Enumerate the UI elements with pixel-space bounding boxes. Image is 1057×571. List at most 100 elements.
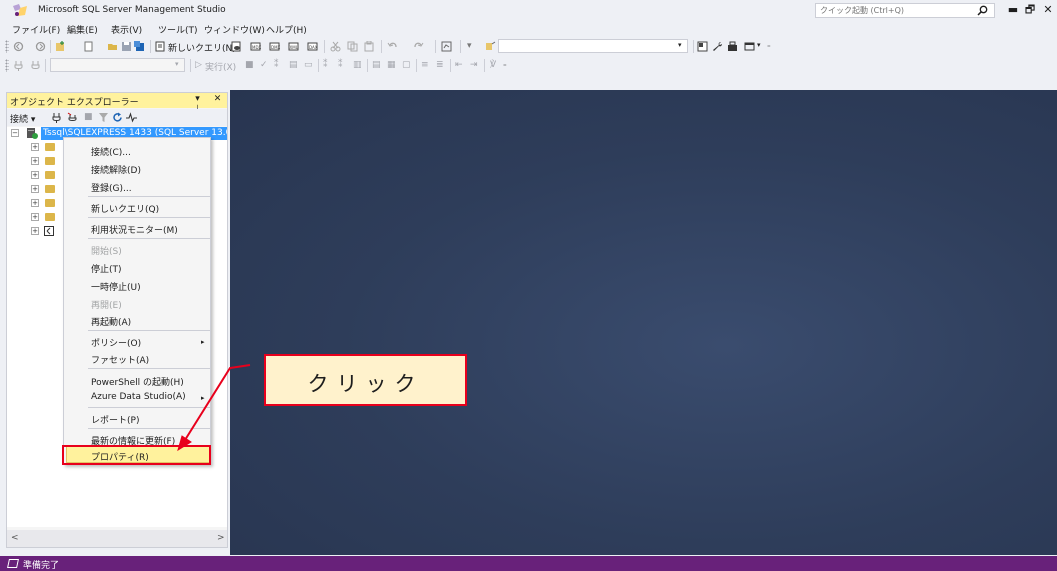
horizontal-scrollbar[interactable]: < > [7, 530, 227, 547]
forward-icon[interactable] [35, 41, 46, 52]
increase-indent-icon[interactable]: ⇥ [470, 60, 478, 70]
close-button[interactable]: ✕ [1040, 2, 1056, 18]
menu-tools[interactable]: ツール(T) [158, 23, 198, 36]
navigate-icon[interactable] [441, 41, 452, 52]
new-query-icon[interactable] [155, 41, 166, 52]
live-query-stats-icon[interactable]: ⁑ [338, 60, 343, 70]
expand-icon[interactable]: + [31, 157, 39, 165]
back-icon[interactable] [13, 41, 24, 52]
server-icon [27, 128, 38, 139]
expand-icon[interactable]: + [31, 227, 39, 235]
comment-out-icon[interactable]: ≡ [421, 60, 429, 70]
stop-icon[interactable]: ■ [84, 112, 93, 122]
menu-item-register[interactable]: 登録(G)... [91, 181, 132, 194]
scroll-right-arrow[interactable]: > [217, 533, 225, 543]
include-actual-plan-icon[interactable]: ⁑ [323, 60, 328, 70]
analysis-xmla-query-icon[interactable]: XML [288, 41, 299, 52]
menu-item-disconnect[interactable]: 接続解除(D) [91, 163, 141, 176]
execute-icon[interactable]: ▷ [195, 60, 202, 70]
results-to-file-icon[interactable]: ▢ [402, 60, 411, 70]
decrease-indent-icon[interactable]: ⇤ [455, 60, 463, 70]
menu-help[interactable]: ヘルプ(H) [266, 23, 307, 36]
registered-servers-icon[interactable] [697, 41, 708, 52]
intellisense-icon[interactable]: ▭ [304, 60, 313, 70]
menu-item-connect[interactable]: 接続(C)... [91, 145, 131, 158]
new-file-icon[interactable] [83, 41, 94, 52]
search-combo-dropdown-arrow[interactable]: ▾ [678, 41, 682, 49]
new-project-icon[interactable] [55, 41, 66, 52]
save-all-icon[interactable] [134, 41, 145, 52]
menu-item-start-powershell[interactable]: PowerShell の起動(H) [91, 375, 184, 388]
refresh-icon[interactable] [112, 112, 123, 123]
analysis-dax-query-icon[interactable]: DAX [307, 41, 318, 52]
window-layout-dropdown-arrow[interactable]: ▾ [757, 41, 761, 49]
specify-template-values-icon[interactable]: ℣ [490, 60, 496, 70]
collapse-icon[interactable]: − [11, 129, 19, 137]
save-icon[interactable] [121, 41, 132, 52]
connect-plug-icon[interactable] [51, 112, 62, 123]
expand-icon[interactable]: + [31, 143, 39, 151]
activity-monitor-icon[interactable] [126, 112, 137, 123]
menu-item-stop[interactable]: 停止(T) [91, 262, 122, 275]
quick-launch-box[interactable] [815, 3, 995, 18]
toolbar-grip[interactable] [5, 40, 9, 53]
paste-icon[interactable] [364, 41, 375, 52]
menu-window[interactable]: ウィンドウ(W) [204, 23, 265, 36]
properties-wrench-icon[interactable] [712, 41, 723, 52]
solution-config-dropdown-arrow[interactable]: ▾ [467, 41, 472, 51]
results-to-grid-icon[interactable]: ▦ [387, 60, 396, 70]
menu-item-policies[interactable]: ポリシー(O) [91, 336, 141, 349]
copy-icon[interactable] [347, 41, 358, 52]
menu-item-pause[interactable]: 一時停止(U) [91, 280, 141, 293]
estimated-plan-icon[interactable]: ⁑ [274, 60, 279, 70]
expand-icon[interactable]: + [31, 213, 39, 221]
toolbar2-overflow-arrow[interactable]: ₌ [503, 60, 507, 68]
search-icon[interactable] [977, 5, 988, 16]
disconnect-icon[interactable] [67, 112, 78, 123]
analysis-mdx-query-icon[interactable]: MDX [250, 41, 261, 52]
open-file-icon[interactable] [107, 41, 118, 52]
menu-view[interactable]: 表示(V) [111, 23, 142, 36]
change-connection-icon[interactable] [30, 60, 41, 71]
databases-dropdown-arrow[interactable]: ▾ [175, 60, 179, 68]
quick-launch-input[interactable] [816, 4, 966, 17]
available-databases-combo[interactable] [50, 58, 185, 72]
cut-icon[interactable] [330, 41, 341, 52]
menu-item-reports[interactable]: レポート(P) [91, 413, 139, 426]
expand-icon[interactable]: + [31, 185, 39, 193]
panel-close-icon[interactable]: ✕ [212, 94, 223, 104]
connect-icon[interactable] [13, 60, 24, 71]
scroll-left-arrow[interactable]: < [11, 533, 19, 543]
menu-item-restart[interactable]: 再起動(A) [91, 315, 131, 328]
search-combo[interactable] [498, 39, 688, 53]
new-query-button[interactable]: 新しいクエリ(N) [168, 41, 236, 54]
cancel-query-icon[interactable]: ■ [245, 60, 254, 70]
menu-file[interactable]: ファイル(F) [12, 23, 60, 36]
expand-icon[interactable]: + [31, 199, 39, 207]
window-layout-icon[interactable] [744, 41, 755, 52]
redo-icon[interactable] [413, 41, 424, 52]
menu-item-activity-monitor[interactable]: 利用状況モニター(M) [91, 223, 178, 236]
debug-target-icon[interactable] [485, 41, 496, 52]
parse-icon[interactable]: ✓ [260, 60, 268, 70]
menu-edit[interactable]: 編集(E) [67, 23, 98, 36]
database-engine-query-icon[interactable] [231, 41, 242, 52]
minimize-button[interactable]: ▬ [1005, 2, 1021, 18]
undo-icon[interactable] [387, 41, 398, 52]
results-to-text-icon[interactable]: ▤ [372, 60, 381, 70]
client-statistics-icon[interactable]: ▥ [353, 60, 362, 70]
query-designer-icon[interactable]: ▤ [289, 60, 298, 70]
toolbox-icon[interactable] [727, 41, 738, 52]
toolbar-overflow-arrow[interactable]: ₌ [767, 41, 771, 49]
execute-button[interactable]: 実行(X) [205, 60, 236, 73]
toolbar-grip[interactable] [5, 59, 9, 72]
restore-button[interactable]: 🗗 [1022, 2, 1038, 18]
analysis-dmx-query-icon[interactable]: DMX [269, 41, 280, 52]
connect-dropdown-button[interactable]: 接続 ▾ [10, 112, 35, 125]
menu-item-azure-data-studio[interactable]: Azure Data Studio(A) [91, 392, 186, 402]
menu-item-facets[interactable]: ファセット(A) [91, 353, 149, 366]
filter-icon[interactable] [98, 112, 109, 123]
expand-icon[interactable]: + [31, 171, 39, 179]
uncomment-icon[interactable]: ≣ [436, 60, 444, 70]
menu-item-new-query[interactable]: 新しいクエリ(Q) [91, 202, 159, 215]
